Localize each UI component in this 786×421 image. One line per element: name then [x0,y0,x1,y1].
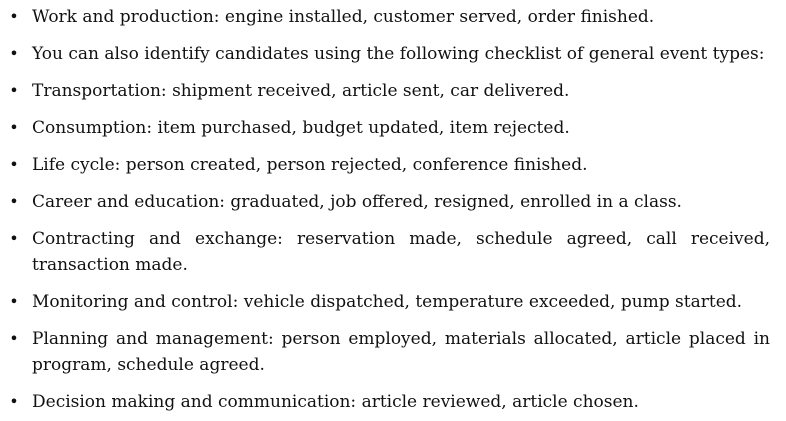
list-item-text: Planning and management: person employed… [32,329,770,375]
list-item-text: Monitoring and control: vehicle dispatch… [32,292,743,312]
list-item: • Consumption: item purchased, budget up… [0,115,770,141]
bullet-icon: • [9,329,19,348]
list-item-text: Transportation: shipment received, artic… [32,81,570,101]
list-item: • Monitoring and control: vehicle dispat… [0,289,770,315]
bullet-icon: • [9,292,19,311]
list-item: • You can also identify candidates using… [0,41,770,67]
list-item-text: Consumption: item purchased, budget upda… [32,118,570,138]
list-item: • Career and education: graduated, job o… [0,189,770,215]
bullet-icon: • [9,392,19,411]
list-item-text: Contracting and exchange: reservation ma… [32,229,770,275]
bullet-icon: • [9,44,19,63]
list-item: • Contracting and exchange: reservation … [0,226,770,278]
list-item-text: You can also identify candidates using t… [32,44,765,64]
bullet-icon: • [9,118,19,137]
list-item-text: Work and production: engine installed, c… [32,7,655,27]
bullet-icon: • [9,229,19,248]
list-item-text: Life cycle: person created, person rejec… [32,155,588,175]
list-item: • Work and production: engine installed,… [0,4,770,30]
list-item: • Transportation: shipment received, art… [0,78,770,104]
bullet-icon: • [9,192,19,211]
list-item-text: Career and education: graduated, job off… [32,192,682,212]
document-page: • Work and production: engine installed,… [0,0,786,421]
bullet-icon: • [9,155,19,174]
list-item-text: Decision making and communication: artic… [32,392,639,412]
list-item: • Planning and management: person employ… [0,326,770,378]
list-item: • Life cycle: person created, person rej… [0,152,770,178]
event-type-list: • Work and production: engine installed,… [0,4,770,415]
bullet-icon: • [9,81,19,100]
bullet-icon: • [9,7,19,26]
list-item: • Decision making and communication: art… [0,389,770,415]
